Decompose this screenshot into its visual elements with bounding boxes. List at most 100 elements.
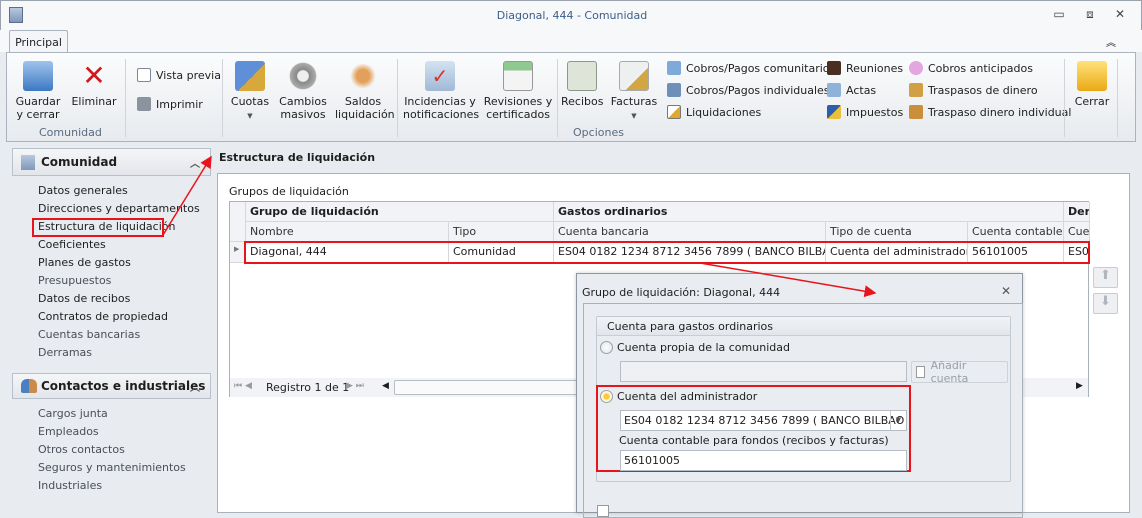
sidebar-item-presupuestos[interactable]: Presupuestos bbox=[38, 274, 111, 287]
sidebar-item-contratos[interactable]: Contratos de propiedad bbox=[38, 310, 168, 323]
print-preview-button[interactable]: Vista previa bbox=[137, 68, 221, 82]
radio-cuenta-propia[interactable] bbox=[600, 341, 613, 354]
separator bbox=[222, 59, 223, 137]
document-icon bbox=[916, 366, 925, 378]
chevron-up-icon[interactable]: ︿ bbox=[190, 379, 200, 394]
collapse-ribbon-button[interactable]: ︽ bbox=[1106, 34, 1116, 49]
column-header-tipo[interactable]: Tipo bbox=[449, 222, 554, 242]
reuniones-button[interactable]: Reuniones bbox=[827, 61, 903, 75]
cobros-anticipados-button[interactable]: Cobros anticipados bbox=[909, 61, 1033, 75]
first-record-icon[interactable]: ⏮ ◀ bbox=[234, 381, 252, 391]
cobros-comunitarios-button[interactable]: Cobros/Pagos comunitarios bbox=[667, 61, 835, 75]
close-button[interactable]: ✕ bbox=[1110, 7, 1130, 21]
revisiones-label: Revisiones y certificados bbox=[483, 95, 553, 121]
piggy-bank-icon bbox=[909, 61, 923, 75]
liquidaciones-button[interactable]: Liquidaciones bbox=[667, 105, 761, 119]
save-close-button[interactable]: Guardar y cerrar bbox=[13, 61, 63, 121]
calculator-icon bbox=[667, 61, 681, 75]
sidebar-item-cuentas-bancarias[interactable]: Cuentas bancarias bbox=[38, 328, 140, 341]
radio-cuenta-administrador-label[interactable]: Cuenta del administrador bbox=[617, 390, 757, 403]
sidebar-section-contactos[interactable]: Contactos e industriales ︿ bbox=[12, 373, 211, 399]
delete-button[interactable]: ✕ Eliminar bbox=[69, 61, 119, 109]
sidebar-item-empleados[interactable]: Empleados bbox=[38, 425, 99, 438]
dialog-close-button[interactable]: ✕ bbox=[1001, 284, 1011, 298]
impuestos-button[interactable]: Impuestos bbox=[827, 105, 903, 119]
recibos-button[interactable]: Recibos bbox=[561, 61, 603, 108]
scroll-left-icon[interactable]: ◀ bbox=[382, 381, 389, 391]
cuotas-label: Cuotas bbox=[230, 95, 270, 108]
radio-cuenta-propia-label[interactable]: Cuenta propia de la comunidad bbox=[617, 341, 790, 354]
checkbox[interactable] bbox=[597, 505, 609, 517]
sidebar-item-planes-gastos[interactable]: Planes de gastos bbox=[38, 256, 131, 269]
sidebar-item-direcciones[interactable]: Direcciones y departamentos bbox=[38, 202, 200, 215]
sidebar-item-industriales[interactable]: Industriales bbox=[38, 479, 102, 492]
admin-account-value: ES04 0182 1234 8712 3456 7899 ( BANCO BI… bbox=[624, 414, 907, 427]
actas-label: Actas bbox=[846, 83, 877, 97]
cambios-label: Cambios masivos bbox=[279, 95, 327, 121]
chevron-down-icon[interactable]: ▼ bbox=[890, 411, 906, 430]
reuniones-label: Reuniones bbox=[846, 61, 904, 75]
preview-label: Vista previa bbox=[156, 68, 221, 82]
admin-account-select[interactable]: ES04 0182 1234 8712 3456 7899 ( BANCO BI… bbox=[620, 410, 907, 431]
sidebar-item-datos-generales[interactable]: Datos generales bbox=[38, 184, 128, 197]
column-header-nombre[interactable]: Nombre bbox=[246, 222, 449, 242]
cuotas-button[interactable]: Cuotas ▼ bbox=[229, 61, 271, 123]
sidebar-item-otros-contactos[interactable]: Otros contactos bbox=[38, 443, 125, 456]
row-indicator-header bbox=[230, 202, 246, 242]
sidebar-item-coeficientes[interactable]: Coeficientes bbox=[38, 238, 106, 251]
facturas-button[interactable]: Facturas ▼ bbox=[609, 61, 659, 123]
actas-button[interactable]: Actas bbox=[827, 83, 876, 97]
scales-icon bbox=[348, 61, 378, 91]
separator bbox=[125, 59, 126, 137]
sidebar-item-datos-recibos[interactable]: Datos de recibos bbox=[38, 292, 130, 305]
cobros-individuales-button[interactable]: Cobros/Pagos individuales bbox=[667, 83, 830, 97]
tab-principal[interactable]: Principal bbox=[9, 30, 68, 53]
saldos-label: Saldos liquidación bbox=[335, 95, 395, 121]
sidebar-item-seguros[interactable]: Seguros y mantenimientos bbox=[38, 461, 186, 474]
column-header-cuenta-contable[interactable]: Cuenta contable bbox=[968, 222, 1064, 242]
move-up-button[interactable]: ⬆ bbox=[1093, 267, 1118, 288]
cerrar-button[interactable]: Cerrar bbox=[1069, 61, 1115, 108]
chevron-up-icon[interactable]: ︿ bbox=[190, 155, 200, 170]
record-counter: Registro 1 de 1 bbox=[266, 381, 350, 394]
delete-label: Eliminar bbox=[71, 95, 117, 108]
group-header-derramas: Der bbox=[1064, 202, 1090, 222]
envelope-check-icon: ✓ bbox=[425, 61, 455, 91]
sidebar-item-cargos-junta[interactable]: Cargos junta bbox=[38, 407, 108, 420]
own-account-input[interactable] bbox=[620, 361, 907, 382]
section-title: Contactos e industriales bbox=[41, 379, 206, 393]
saldos-liquidacion-button[interactable]: Saldos liquidación bbox=[335, 61, 395, 121]
contable-input[interactable]: 56101005 bbox=[620, 450, 907, 471]
add-account-button[interactable]: Añadir cuenta bbox=[911, 359, 1008, 385]
cobros-ant-label: Cobros anticipados bbox=[928, 61, 1033, 75]
radio-cuenta-administrador[interactable] bbox=[600, 390, 613, 403]
minimize-button[interactable]: ▭ bbox=[1049, 7, 1069, 21]
separator bbox=[397, 59, 398, 137]
highlight-box bbox=[244, 241, 1090, 264]
restore-button[interactable]: ⧈ bbox=[1080, 7, 1100, 22]
sidebar-item-derramas[interactable]: Derramas bbox=[38, 346, 92, 359]
column-header-cuenta-bancaria[interactable]: Cuenta bancaria bbox=[554, 222, 826, 242]
horizontal-scrollbar[interactable] bbox=[394, 380, 594, 395]
scroll-right-icon[interactable]: ▶ bbox=[1076, 381, 1083, 391]
save-label: Guardar y cerrar bbox=[15, 95, 61, 121]
page-title: Estructura de liquidación bbox=[215, 145, 1130, 171]
incidencias-button[interactable]: ✓ Incidencias y notificaciones bbox=[403, 61, 479, 121]
move-down-button[interactable]: ⬇ bbox=[1093, 293, 1118, 314]
column-header-tipo-cuenta[interactable]: Tipo de cuenta bbox=[826, 222, 968, 242]
last-record-icon[interactable]: ▶ ⏭ bbox=[346, 381, 364, 391]
transfer-icon bbox=[909, 83, 923, 97]
cambios-masivos-button[interactable]: Cambios masivos bbox=[275, 61, 331, 121]
revisiones-button[interactable]: Revisiones y certificados bbox=[481, 61, 555, 121]
calendar-coins-icon bbox=[235, 61, 265, 91]
column-header-cuenta[interactable]: Cue bbox=[1064, 222, 1090, 242]
dialog-title: Grupo de liquidación: Diagonal, 444 bbox=[582, 286, 781, 299]
traspaso-individual-button[interactable]: Traspaso dinero individual bbox=[909, 105, 1071, 119]
certificate-bell-icon bbox=[503, 61, 533, 91]
sidebar-section-comunidad[interactable]: Comunidad ︿ bbox=[12, 148, 211, 176]
traspasos-button[interactable]: Traspasos de dinero bbox=[909, 83, 1038, 97]
people-icon bbox=[827, 61, 841, 75]
print-button[interactable]: Imprimir bbox=[137, 97, 203, 111]
traspaso-ind-label: Traspaso dinero individual bbox=[928, 105, 1072, 119]
cobros-com-label: Cobros/Pagos comunitarios bbox=[686, 61, 836, 75]
